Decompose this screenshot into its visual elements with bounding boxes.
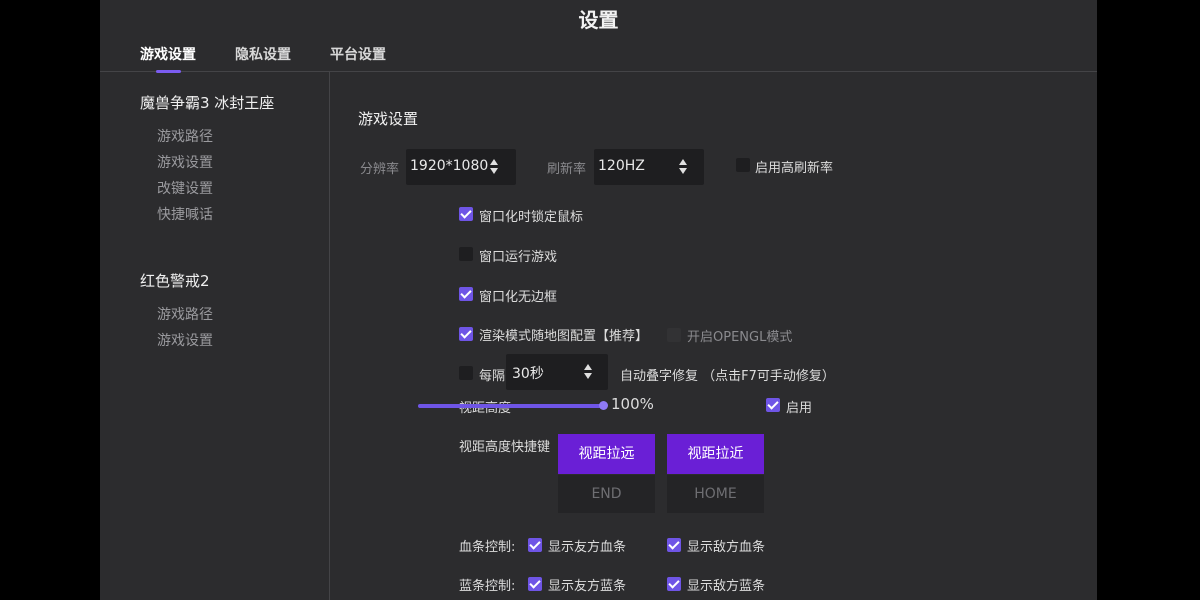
sidebar: 魔兽争霸3 冰封王座 游戏路径 游戏设置 改键设置 快捷喊话 红色警戒2 游戏路… <box>100 72 330 600</box>
tab-bar: 游戏设置 隐私设置 平台设置 <box>100 44 1097 73</box>
spinner-icon <box>679 159 689 175</box>
view-height-slider-handle[interactable] <box>599 401 608 410</box>
render-mode-label: 渲染模式随地图配置【推荐】 <box>479 329 649 344</box>
auto-fix-prefix: 每隔 <box>479 369 506 384</box>
sidebar-game-title: 魔兽争霸3 冰封王座 <box>140 94 275 112</box>
hp-bar-label: 血条控制: <box>459 540 516 555</box>
lock-mouse-checkbox[interactable] <box>459 207 473 221</box>
settings-panel: 游戏设置 分辨率 1920*1080 刷新率 120HZ 启用高刷新率 窗口化时… <box>330 72 1097 600</box>
opengl-checkbox[interactable] <box>667 328 681 342</box>
view-height-hotkey-label: 视距高度快捷键 <box>459 440 551 455</box>
borderless-checkbox[interactable] <box>459 287 473 301</box>
zoom-in-button[interactable]: 视距拉近 <box>667 434 764 474</box>
show-enemy-hp-label: 显示敌方血条 <box>687 540 766 555</box>
lock-mouse-label: 窗口化时锁定鼠标 <box>479 210 584 225</box>
sidebar-item-key-binding[interactable]: 改键设置 <box>157 178 213 198</box>
tab-privacy-settings[interactable]: 隐私设置 <box>235 44 291 64</box>
sidebar-item-game-settings[interactable]: 游戏设置 <box>157 152 213 172</box>
tab-game-settings[interactable]: 游戏设置 <box>140 44 196 64</box>
show-enemy-hp-checkbox[interactable] <box>667 538 681 552</box>
auto-fix-checkbox[interactable] <box>459 366 473 380</box>
view-height-slider-track[interactable] <box>418 404 603 408</box>
spinner-icon <box>584 364 594 380</box>
mp-bar-label: 蓝条控制: <box>459 579 516 594</box>
refresh-rate-select[interactable]: 120HZ <box>594 149 704 185</box>
spinner-icon <box>490 159 500 175</box>
zoom-out-hotkey[interactable]: END <box>558 475 655 513</box>
sidebar-item-game-path[interactable]: 游戏路径 <box>157 304 213 324</box>
show-ally-mp-label: 显示友方蓝条 <box>548 579 627 594</box>
auto-fix-interval-value: 30秒 <box>512 366 544 382</box>
show-enemy-mp-checkbox[interactable] <box>667 577 681 591</box>
show-ally-mp-checkbox[interactable] <box>528 577 542 591</box>
auto-fix-description: 自动叠字修复 （点击F7可手动修复） <box>620 369 835 384</box>
show-enemy-mp-label: 显示敌方蓝条 <box>687 579 766 594</box>
sidebar-item-quick-chat[interactable]: 快捷喊话 <box>157 204 213 224</box>
sidebar-item-game-path[interactable]: 游戏路径 <box>157 126 213 146</box>
show-ally-hp-checkbox[interactable] <box>528 538 542 552</box>
window-title: 设置 <box>578 8 619 32</box>
opengl-label: 开启OPENGL模式 <box>687 330 793 345</box>
view-height-enable-label: 启用 <box>786 401 813 416</box>
settings-window: 设置 游戏设置 隐私设置 平台设置 魔兽争霸3 冰封王座 游戏路径 游戏设置 改… <box>100 0 1097 600</box>
zoom-out-button[interactable]: 视距拉远 <box>558 434 655 474</box>
view-height-enable-checkbox[interactable] <box>766 398 780 412</box>
sidebar-item-game-settings[interactable]: 游戏设置 <box>157 330 213 350</box>
sidebar-game-title: 红色警戒2 <box>140 272 210 290</box>
section-title: 游戏设置 <box>358 110 419 128</box>
resolution-label: 分辨率 <box>360 162 400 177</box>
resolution-select[interactable]: 1920*1080 <box>406 149 516 185</box>
high-refresh-checkbox[interactable] <box>736 158 750 172</box>
borderless-label: 窗口化无边框 <box>479 290 558 305</box>
auto-fix-interval-select[interactable]: 30秒 <box>506 354 608 390</box>
windowed-mode-label: 窗口运行游戏 <box>479 250 558 265</box>
view-height-percent: 100% <box>611 395 654 413</box>
resolution-value: 1920*1080 <box>410 158 489 174</box>
tab-platform-settings[interactable]: 平台设置 <box>330 44 386 64</box>
windowed-mode-checkbox[interactable] <box>459 247 473 261</box>
zoom-in-hotkey[interactable]: HOME <box>667 475 764 513</box>
render-mode-checkbox[interactable] <box>459 327 473 341</box>
refresh-rate-label: 刷新率 <box>547 162 587 177</box>
show-ally-hp-label: 显示友方血条 <box>548 540 627 555</box>
high-refresh-label: 启用高刷新率 <box>755 161 834 176</box>
refresh-rate-value: 120HZ <box>598 158 645 174</box>
